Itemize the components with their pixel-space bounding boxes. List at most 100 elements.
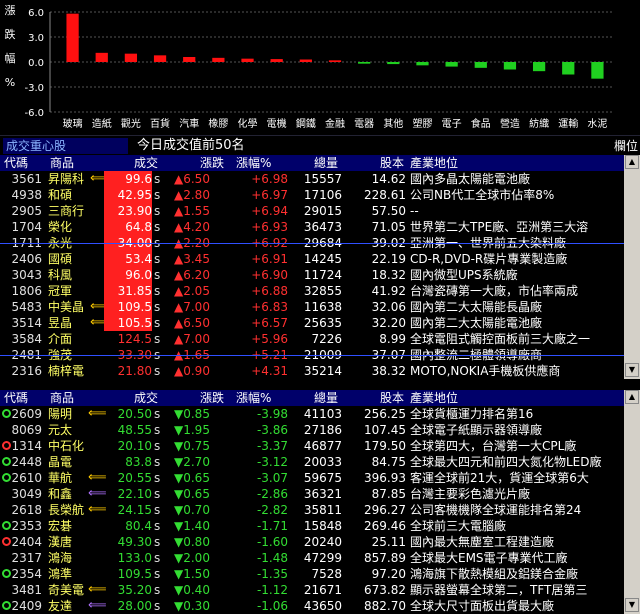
scroll-up-icon[interactable]: ▲ [625, 390, 639, 404]
table-row[interactable]: 2448 晶電 83.8 s ▼2.70 -3.12 20033 84.75 全球最大四元和前四… [0, 454, 624, 470]
table-row[interactable]: 2316 楠梓電 21.80 s ▲0.90 +4.31 35214 38.32 MOTO,NO… [0, 363, 624, 379]
table-row[interactable]: 2404 漢唐 49.30 s ▼0.80 -1.60 20240 25.11 國內最大無塵室工… [0, 534, 624, 550]
stock-code[interactable]: 3514 [4, 315, 42, 331]
stock-name[interactable]: 元太 [48, 422, 100, 438]
stock-code[interactable]: 2406 [4, 251, 42, 267]
price-flag: s [154, 599, 161, 613]
table-row[interactable]: 1314 中石化 20.10 s ▼0.75 -3.37 46877 179.50 全球第四大，… [0, 438, 624, 454]
top-scrollbar[interactable]: ▲ ▼ [624, 155, 640, 379]
stock-name[interactable]: 介面 [48, 331, 100, 347]
header-pct[interactable]: 漲幅% [236, 390, 271, 406]
table-row[interactable]: 3043 科風 96.0 s ▲6.20 +6.90 11724 18.32 國內微型UPS系統… [0, 267, 624, 283]
capital-value: 57.50 [371, 204, 406, 218]
header-volume[interactable]: 總量 [314, 155, 338, 171]
stock-code[interactable]: 2905 [4, 203, 42, 219]
header-capital[interactable]: 股本 [380, 155, 404, 171]
header-pct[interactable]: 漲幅% [236, 155, 271, 171]
stock-code[interactable]: 2354 [4, 566, 42, 582]
table-row[interactable]: 2409 友達 ⟸ 28.00 s ▼0.30 -1.06 43650 882.70 全球大尺寸面… [0, 598, 624, 614]
header-volume[interactable]: 總量 [314, 390, 338, 406]
table-row[interactable]: 2353 宏碁 80.4 s ▼1.40 -1.71 15848 269.46 全球前三大電腦廠 [0, 518, 624, 534]
stock-code[interactable]: 1314 [4, 438, 42, 454]
header-change[interactable]: 漲跌 [200, 390, 224, 406]
table-row[interactable]: 2354 鴻準 109.5 s ▼1.50 -1.35 7528 97.20 鴻海旗下散熱模組及… [0, 566, 624, 582]
x-tick-label: 橡膠 [208, 117, 228, 130]
stock-code[interactable]: 2409 [4, 598, 42, 614]
header-code[interactable]: 代碼 [4, 155, 28, 171]
scroll-up-icon[interactable]: ▲ [625, 155, 639, 169]
table-row[interactable]: 2905 三商行 23.90 s ▲1.55 +6.94 29015 57.50 -- [0, 203, 624, 219]
scroll-down-icon[interactable]: ▼ [625, 598, 639, 612]
pct-value: +6.91 [251, 252, 288, 266]
bottom-scrollbar[interactable]: ▲ ▼ [624, 390, 640, 614]
stock-name[interactable]: 鴻準 [48, 566, 100, 582]
table-row[interactable]: 4938 和碩 42.95 s ▲2.80 +6.97 17106 228.61 公司NB代工全… [0, 187, 624, 203]
stock-code[interactable]: 3481 [4, 582, 42, 598]
table-row[interactable]: 3584 介面 124.5 s ▲7.00 +5.96 7226 8.99 全球電阻式觸控面板前… [0, 331, 624, 347]
stock-code[interactable]: 3043 [4, 267, 42, 283]
stock-code[interactable]: 2404 [4, 534, 42, 550]
pct-value: +6.88 [251, 284, 288, 298]
table-row[interactable]: 3481 奇美電 ⟸ 35.20 s ▼0.40 -1.12 21671 673.82 顯示器螢幕… [0, 582, 624, 598]
stock-code[interactable]: 8069 [4, 422, 42, 438]
table-row[interactable]: 2317 鴻海 133.0 s ▼2.00 -1.48 47299 857.89 全球最大EMS… [0, 550, 624, 566]
change-value: ▼2.70 [174, 455, 210, 469]
header-price[interactable]: 成交 [134, 390, 158, 406]
stock-name[interactable]: 晶電 [48, 454, 100, 470]
stock-name[interactable]: 和碩 [48, 187, 100, 203]
stock-code[interactable]: 2353 [4, 518, 42, 534]
stock-code[interactable]: 2448 [4, 454, 42, 470]
section-selector[interactable]: 成交重心股 [3, 138, 128, 154]
stock-code[interactable]: 2317 [4, 550, 42, 566]
header-price[interactable]: 成交 [134, 155, 158, 171]
stock-name[interactable]: 楠梓電 [48, 363, 100, 379]
stock-name[interactable]: 科風 [48, 267, 100, 283]
table-row[interactable]: 2618 長榮航 ⟸ 24.15 s ▼0.70 -2.82 35811 296.27 公司客機機… [0, 502, 624, 518]
bar [445, 62, 458, 67]
table-row[interactable]: 2406 國碩 53.4 s ▲3.45 +6.91 14245 22.19 CD-R,DVD-… [0, 251, 624, 267]
stock-code[interactable]: 5483 [4, 299, 42, 315]
header-code[interactable]: 代碼 [4, 390, 28, 406]
header-industry[interactable]: 產業地位 [410, 390, 458, 406]
table-row[interactable]: 1704 榮化 64.8 s ▲4.20 +6.93 36473 71.05 世界第二大TPE廠… [0, 219, 624, 235]
stock-code[interactable]: 1704 [4, 219, 42, 235]
stock-name[interactable]: 中石化 [48, 438, 100, 454]
capital-value: 296.27 [364, 503, 406, 517]
stock-code[interactable]: 2610 [4, 470, 42, 486]
stock-name[interactable]: 國碩 [48, 251, 100, 267]
stock-name[interactable]: 漢唐 [48, 534, 100, 550]
table-row[interactable]: 1806 冠軍 31.85 s ▲2.05 +6.88 32855 41.92 台灣瓷磚第一大廠… [0, 283, 624, 299]
table-row[interactable]: 8069 元太 48.55 s ▼1.95 -3.86 27186 107.45 全球電子紙顯示… [0, 422, 624, 438]
capital-value: 8.99 [379, 332, 406, 346]
stock-name[interactable]: 宏碁 [48, 518, 100, 534]
header-name[interactable]: 商品 [50, 155, 74, 171]
stock-name[interactable]: 鴻海 [48, 550, 100, 566]
stock-code[interactable]: 4938 [4, 187, 42, 203]
columns-button[interactable]: 欄位 [614, 137, 638, 155]
change-value: ▲1.55 [174, 204, 210, 218]
table-row[interactable]: 3561 昇陽科 ⟸ 99.6 s ▲6.50 +6.98 15557 14.62 國內多晶太陽能… [0, 171, 624, 187]
stock-code[interactable]: 2609 [4, 406, 42, 422]
header-industry[interactable]: 產業地位 [410, 155, 458, 171]
stock-code[interactable]: 3049 [4, 486, 42, 502]
stock-name[interactable]: 三商行 [48, 203, 100, 219]
table-row[interactable]: 3049 和鑫 ⟸ 22.10 s ▼0.65 -2.86 36321 87.85 台灣主要彩色濾… [0, 486, 624, 502]
table-row[interactable]: 2610 華航 ⟸ 20.55 s ▼0.65 -3.07 59675 396.93 客運全球前2… [0, 470, 624, 486]
table-row[interactable]: 3514 昱晶 ⟸ 105.5 s ▲6.50 +6.57 25635 32.20 國內第二大太陽… [0, 315, 624, 331]
stock-name[interactable]: 冠軍 [48, 283, 100, 299]
stock-name[interactable]: 榮化 [48, 219, 100, 235]
price-flag: s [154, 583, 161, 597]
scroll-down-icon[interactable]: ▼ [625, 363, 639, 377]
stock-code[interactable]: 3561 [4, 171, 42, 187]
header-change[interactable]: 漲跌 [200, 155, 224, 171]
stock-code[interactable]: 2618 [4, 502, 42, 518]
table-row[interactable]: 5483 中美晶 ⟸ 109.5 s ▲7.00 +6.83 11638 32.06 國內第二大太… [0, 299, 624, 315]
table-row[interactable]: 2609 陽明 ⟸ 20.50 s ▼0.85 -3.98 41103 256.25 全球貨櫃運力… [0, 406, 624, 422]
stock-code[interactable]: 3584 [4, 331, 42, 347]
stock-code[interactable]: 2316 [4, 363, 42, 379]
price-value: 49.30 [117, 535, 152, 549]
header-name[interactable]: 商品 [50, 390, 74, 406]
price-flag: s [154, 487, 161, 501]
header-capital[interactable]: 股本 [380, 390, 404, 406]
stock-code[interactable]: 1806 [4, 283, 42, 299]
